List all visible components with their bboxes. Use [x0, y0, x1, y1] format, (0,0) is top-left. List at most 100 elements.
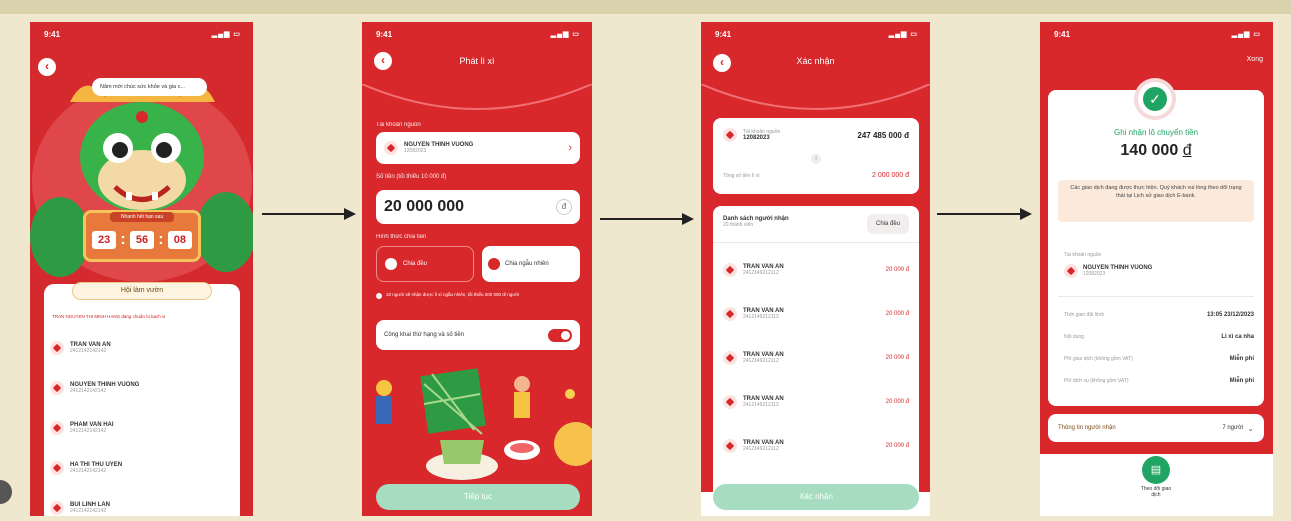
list-item[interactable]: BUI LINH LAN 2412142142142	[50, 488, 234, 516]
member-phone: 2412142142142	[70, 348, 107, 354]
split-equal-option[interactable]: Chia đều	[376, 246, 474, 282]
member-phone: 2412142142142	[70, 388, 107, 394]
countdown-panel: Nhanh hết hạn sau 23 : 56 : 08	[83, 210, 201, 262]
recipient-phone: 2412149212112	[743, 358, 779, 364]
done-button-label: Xong	[1246, 56, 1263, 63]
total-label: Tổng số tiền lì xì	[723, 172, 760, 179]
recipient-avatar-icon	[723, 263, 737, 277]
source-account-label: Tài khoản nguồn	[1064, 252, 1102, 258]
recipient-amount: 20 000 đ	[885, 399, 909, 405]
screen-send-lucky-money: 9:41 ▂▄▆ ▭ ‹ Phát lì xì Tài khoản nguồn …	[362, 22, 592, 516]
public-ranking-toggle-row: Công khai thứ hạng và số tiền	[376, 320, 580, 350]
member-phone: 2412142142142	[70, 508, 107, 514]
status-bar: 9:41 ▂▄▆ ▭	[376, 30, 580, 39]
continue-button-label: Tiếp tục	[463, 492, 493, 501]
detail-key: Phí giao dịch (không gồm VAT)	[1064, 356, 1133, 362]
amount-value: 20 000 000	[384, 198, 465, 215]
recipient-amount: 20 000 đ	[885, 443, 909, 449]
countdown-seconds: 08	[167, 231, 192, 249]
detail-value: 13:05 23/12/2023	[1206, 312, 1254, 318]
list-item[interactable]: HA THI THU UYEN 2412142142142	[50, 448, 234, 488]
recipient-phone: 2412149212112	[743, 314, 779, 320]
detail-row: Thời gian đặt lệnh 13:05 23/12/2023	[1064, 304, 1254, 326]
list-item[interactable]: TRAN VAN AN 2412149212112 20 000 đ	[723, 336, 909, 380]
recipient-phone: 2412149212112	[743, 402, 779, 408]
list-item[interactable]: PHAM VAN HAI 2412142142142	[50, 408, 234, 448]
member-avatar-icon	[50, 381, 64, 395]
corner-circle	[0, 480, 12, 504]
status-time: 9:41	[44, 30, 61, 39]
chevron-down-icon: ⌄	[1247, 423, 1254, 433]
page-title: Phát lì xì	[459, 56, 495, 66]
bottom-panel: ▤ Theo dõi giao dịch	[1040, 454, 1273, 516]
success-check-icon: ✓	[1138, 82, 1172, 116]
public-ranking-toggle[interactable]	[548, 328, 572, 342]
member-avatar-icon	[50, 421, 64, 435]
list-item[interactable]: TRAN VAN AN 2412149212112 20 000 đ	[723, 292, 909, 336]
list-item[interactable]: TRAN VAN AN 2412149212112 20 000 đ	[723, 424, 909, 468]
list-item[interactable]: TRAN VAN AN 2412149212112 20 000 đ	[723, 380, 909, 424]
recipient-amount: 20 000 đ	[885, 311, 909, 317]
done-button[interactable]: Xong	[1247, 56, 1263, 63]
continue-button[interactable]: Tiếp tục	[376, 484, 580, 510]
recipient-avatar-icon	[723, 351, 737, 365]
recipient-list-card: Danh sách người nhận 20 thành viên Chia …	[713, 206, 919, 492]
receipt-icon: ▤	[1142, 456, 1170, 484]
list-item[interactable]: NGUYEN THINH VUONG 2412142142142	[50, 368, 234, 408]
recipient-phone: 2412149212112	[743, 270, 779, 276]
recipient-avatar-icon	[723, 307, 737, 321]
member-list: TRAN VAN AN 2412142142142 NGUYEN THINH V…	[50, 328, 234, 516]
list-item[interactable]: TRAN VAN AN 2412142142142	[50, 328, 234, 368]
recipient-amount: 20 000 đ	[885, 355, 909, 361]
split-equal-button-label: Chia đều	[875, 221, 901, 227]
screen-lucky-money-game: 9:41 ▂▄▆ ▭ ‹ Năm mới chúc sức khỏe và gi…	[30, 22, 253, 516]
source-account-number: 12082023	[404, 148, 427, 154]
status-bar: 9:41 ▂▄▆ ▭	[44, 30, 241, 39]
currency-badge: đ	[556, 199, 572, 215]
recipient-avatar-icon	[723, 439, 737, 453]
split-random-option[interactable]: Chia ngẫu nhiên	[482, 246, 580, 282]
recipient-avatar-icon	[723, 395, 737, 409]
recipient-info-dropdown[interactable]: Thông tin người nhận 7 người ⌄	[1048, 414, 1264, 442]
confirm-button[interactable]: Xác nhận	[713, 484, 919, 510]
success-title: Ghi nhận lô chuyển tiền	[1113, 128, 1199, 137]
festive-illustration	[376, 368, 592, 480]
account-icon	[384, 141, 398, 155]
result-currency: đ	[1182, 142, 1192, 159]
confirm-button-label: Xác nhận	[799, 492, 833, 501]
info-icon	[376, 293, 382, 299]
detail-key: Phí dịch vụ (không gồm VAT)	[1064, 378, 1129, 384]
account-icon	[723, 128, 737, 142]
countdown-label: Nhanh hết hạn sau	[110, 212, 174, 222]
detail-key: Nội dung	[1064, 334, 1085, 340]
countdown-minutes: 56	[129, 231, 155, 249]
signal-battery-icon: ▂▄▆ ▭	[888, 31, 918, 38]
account-balance: 247 485 000 đ	[857, 130, 909, 140]
flow-arrow-2	[600, 213, 694, 225]
activity-notice: TRAN NGUYEN THI MINH HANG đang chuẩn bị …	[52, 314, 166, 319]
track-transaction-button[interactable]: ▤ Theo dõi giao dịch	[1136, 456, 1176, 498]
header-arc	[362, 84, 592, 110]
status-bar: 9:41 ▂▄▆ ▭	[715, 30, 918, 39]
member-phone: 2412142142142	[70, 428, 107, 434]
split-equal-button[interactable]: Chia đều	[867, 214, 909, 234]
flow-arrow-1	[262, 208, 356, 220]
member-avatar-icon	[50, 501, 64, 515]
flow-arrow-3	[937, 208, 1032, 220]
processing-info: Các giao dịch đang được thực hiện. Quý k…	[1058, 180, 1254, 222]
amount-label: Số tiền (tối thiểu 10 000 đ)	[376, 174, 447, 180]
split-method-label: Hình thức chia tiền	[376, 234, 427, 240]
result-amount: 140 000 đ	[1048, 142, 1264, 160]
signal-battery-icon: ▂▄▆ ▭	[1231, 31, 1261, 38]
recipient-count: 7 người	[1222, 425, 1244, 431]
source-account-selector[interactable]: NGUYEN THINH VUONG 12082023 ›	[376, 132, 580, 164]
list-item[interactable]: TRAN VAN AN 2412149212112 20 000 đ	[723, 248, 909, 292]
status-time: 9:41	[376, 30, 393, 39]
info-icon: i	[811, 154, 821, 164]
status-bar: 9:41 ▂▄▆ ▭	[1054, 30, 1261, 39]
source-account-label: Tài khoản nguồn	[376, 122, 421, 128]
group-banner: Hội làm vườn	[72, 282, 212, 300]
amount-input[interactable]: 20 000 000 đ	[376, 190, 580, 224]
page-title: Xác nhận	[796, 56, 835, 66]
countdown-hours: 23	[92, 231, 117, 249]
